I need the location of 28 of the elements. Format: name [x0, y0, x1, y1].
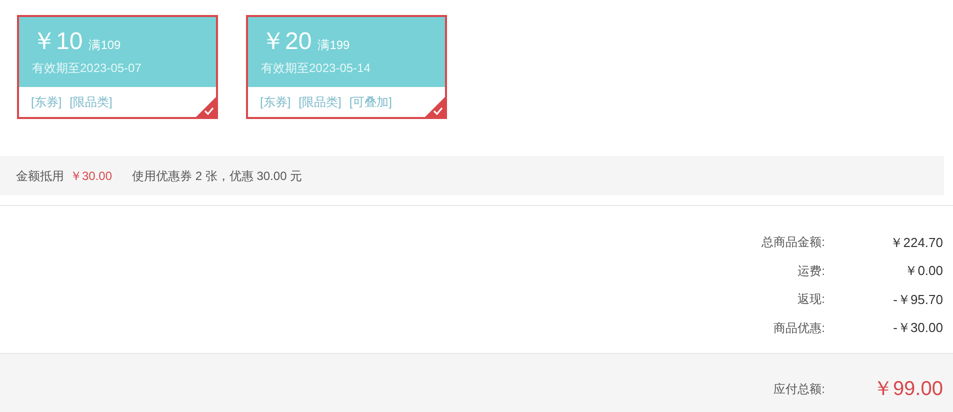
coupon-tag: [可叠加] — [349, 93, 392, 111]
deduction-note: 使用优惠券 2 张，优惠 30.00 元 — [132, 168, 302, 184]
selected-check-icon — [196, 97, 216, 117]
coupon-card[interactable]: ￥20 满199 有效期至2023-05-14 [东券] [限品类] [可叠加] — [246, 15, 447, 119]
deduction-amount: ￥30.00 — [70, 168, 112, 184]
coupon-tag: [限品类] — [298, 93, 342, 111]
total-label: 应付总额: — [772, 381, 825, 398]
coupon-threshold: 满199 — [318, 37, 350, 54]
coupon-tag: [限品类] — [70, 93, 112, 111]
summary-label: 返现: — [796, 291, 825, 308]
total-value: ￥99.00 — [872, 377, 944, 402]
summary-value: ￥224.70 — [889, 234, 944, 252]
coupon-amount: ￥10 — [32, 27, 83, 57]
deduction-label: 金额抵用 — [16, 168, 64, 184]
summary-label: 总商品金额: — [760, 234, 825, 252]
summary-value: ￥0.00 — [904, 262, 944, 280]
coupon-tag: [东券] — [31, 93, 62, 111]
summary-label: 商品优惠: — [772, 320, 825, 337]
coupon-card[interactable]: ￥10 满109 有效期至2023-05-07 [东券] [限品类] — [17, 15, 218, 119]
coupon-tag: [东券] — [260, 93, 291, 111]
coupon-validity: 有效期至2023-05-07 — [32, 60, 142, 77]
summary-value: -￥30.00 — [892, 319, 944, 337]
summary-value: -￥95.70 — [892, 290, 944, 308]
coupon-amount: ￥20 — [261, 27, 312, 57]
selected-check-icon — [425, 97, 445, 117]
coupon-validity: 有效期至2023-05-14 — [261, 60, 372, 77]
coupon-threshold: 满109 — [88, 37, 121, 54]
summary-label: 运费: — [796, 262, 825, 280]
